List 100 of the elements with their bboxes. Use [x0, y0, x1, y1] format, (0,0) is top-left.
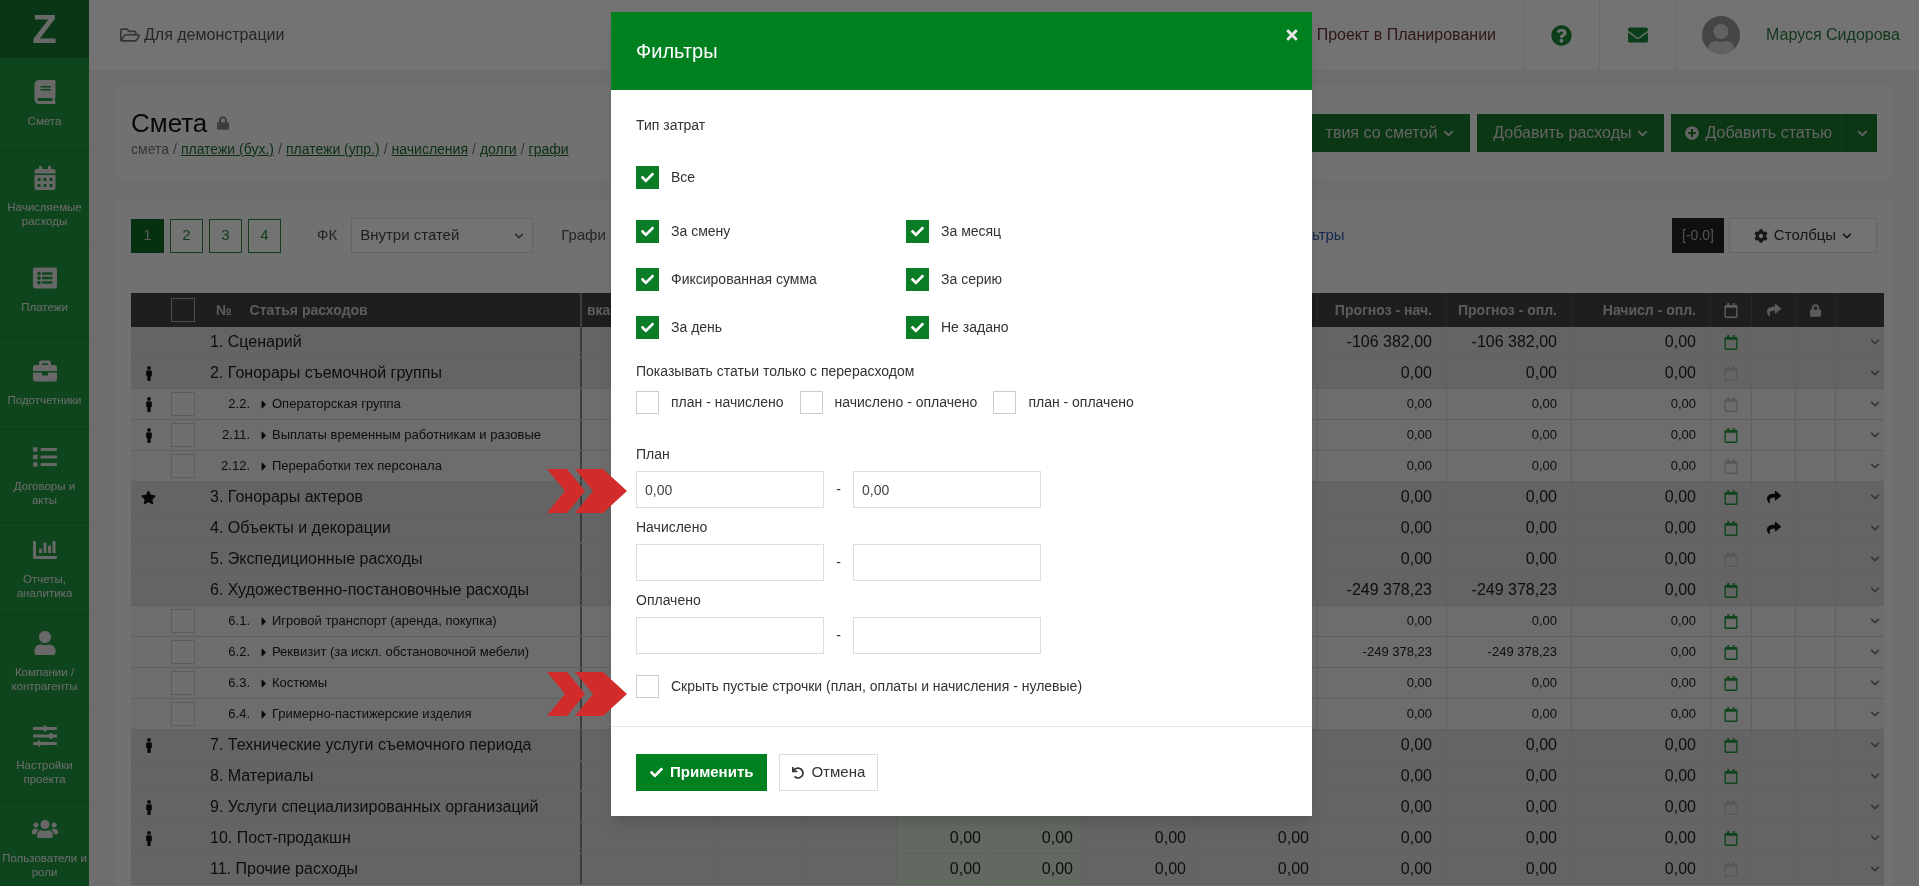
table-cell-text: 0,00 — [1277, 859, 1309, 879]
checkbox-label: Скрыть пустые строчки (план, оплаты и начисления - нулевые) — [671, 677, 1083, 696]
row-title: Переработки тех персонала — [272, 457, 442, 476]
table-cell-text: -249 378,23 — [1471, 580, 1557, 600]
table-cell: 0,00 — [990, 823, 1082, 853]
range-separator: - — [835, 626, 842, 645]
column-header: Прогноз - нач. — [1334, 300, 1432, 320]
row-title: 2. Гонорары съемочной группы — [210, 363, 442, 383]
table-cell-text: 0,00 — [1664, 797, 1696, 817]
table-cell-text: 0,00 — [1670, 457, 1696, 476]
column-header: Прогноз - опл. — [1458, 300, 1557, 320]
breadcrumb-current: смета — [131, 139, 169, 159]
row-title: 7. Технические услуги съемочного периода — [210, 735, 532, 755]
breadcrumb-separator: / — [173, 139, 177, 159]
field-label: План — [636, 445, 671, 464]
table-cell-text: -249 378,23 — [1487, 643, 1557, 662]
table-cell-text: 0,00 — [1525, 859, 1557, 879]
table-cell-text: 0,00 — [1525, 797, 1557, 817]
table-cell-text: 0,00 — [1664, 580, 1696, 600]
table-cell-text: 0,00 — [1406, 612, 1432, 631]
column-header: № — [216, 300, 232, 320]
table-cell: 0,00 — [897, 823, 990, 853]
row-title: Выплаты временным работникам и разовые — [272, 426, 541, 445]
fk-label: ФК — [317, 225, 338, 246]
table-cell-text: 0,00 — [1525, 549, 1557, 569]
table-cell-text: 0,00 — [1531, 395, 1557, 414]
table-cell-text: 0,00 — [1525, 766, 1557, 786]
breadcrumb-separator: / — [472, 139, 476, 159]
table-cell-text: 0,00 — [1406, 674, 1432, 693]
column-header: Статья расходов — [249, 300, 368, 320]
row-title: Гримерно-пастижерские изделия — [272, 705, 472, 724]
table-cell-text: 0,00 — [1525, 487, 1557, 507]
table-cell-text: 0,00 — [1406, 457, 1432, 476]
table-cell-text: 0,00 — [1664, 487, 1696, 507]
range-separator: - — [835, 480, 842, 499]
table-cell-text: 0,00 — [1406, 395, 1432, 414]
breadcrumb-separator: / — [520, 139, 525, 159]
row-number: 2.11. — [221, 426, 250, 445]
section-label: Тип затрат — [636, 116, 707, 135]
checkbox-label: За смену — [671, 222, 731, 241]
breadcrumb-separator: / — [383, 139, 388, 159]
table-cell-text: 0,00 — [1531, 457, 1557, 476]
field-label: Оплачено — [636, 591, 702, 610]
column-header: вка — [587, 300, 611, 320]
checkbox-label: план - оплачено — [1028, 393, 1134, 412]
table-cell-text: 0,00 — [1664, 766, 1696, 786]
table-cell-text: 0,00 — [1531, 426, 1557, 445]
row-number: 6.1. — [227, 612, 250, 631]
table-cell-text: 0,00 — [1670, 612, 1696, 631]
table-cell-text: 0,00 — [1664, 518, 1696, 538]
table-cell-text: 0,00 — [1670, 674, 1696, 693]
range-separator: - — [835, 553, 842, 572]
row-title: 6. Художественно-постановочные расходы — [210, 580, 529, 600]
checkbox-label: Не задано — [941, 318, 1009, 337]
section-label: Показывать статьи только с перерасходом — [636, 362, 916, 381]
table-cell-text: 0,00 — [1670, 395, 1696, 414]
table-cell-text: -106 382,00 — [1471, 332, 1557, 352]
table-cell-text: 0,00 — [1670, 426, 1696, 445]
table-cell-text: 0,00 — [1406, 426, 1432, 445]
table-cell-text: 0,00 — [1400, 797, 1432, 817]
row-number: 6.4. — [227, 705, 250, 724]
row-title: 4. Объекты и декорации — [210, 518, 391, 538]
table-cell-text: 0,00 — [1277, 828, 1309, 848]
dialog-title: Фильтры — [636, 39, 718, 64]
table-cell-text: 0,00 — [1664, 549, 1696, 569]
row-title: Реквизит (за искл. обстановочной мебели) — [272, 643, 530, 662]
table-cell-text: 0,00 — [1670, 705, 1696, 724]
table-cell-text: 0,00 — [1400, 518, 1432, 538]
row-title: 11. Прочие расходы — [210, 859, 359, 879]
column-header: Начисл - опл. — [1602, 300, 1696, 320]
table-cell-text: 0,00 — [1154, 828, 1186, 848]
table-cell-text: 0,00 — [1525, 828, 1557, 848]
table-cell-text: 0,00 — [1400, 549, 1432, 569]
table-cell-text: 0,00 — [1400, 766, 1432, 786]
table-cell-text: -249 378,23 — [1346, 580, 1432, 600]
row-number: 2.12. — [220, 457, 250, 476]
table-cell-text: 0,00 — [1664, 859, 1696, 879]
project-status: Проект в Планировании — [1316, 25, 1496, 45]
graph-label: Графи — [561, 225, 606, 246]
table-cell-text: 0,00 — [1154, 859, 1186, 879]
row-title: Операторская группа — [272, 395, 401, 414]
table-cell-text: 0,00 — [1400, 735, 1432, 755]
checkbox-label: За серию — [941, 270, 1003, 289]
checkbox-label: Все — [671, 168, 696, 187]
table-cell-text: 0,00 — [1400, 363, 1432, 383]
table-cell-text: 0,00 — [1664, 735, 1696, 755]
table-cell-text: 0,00 — [1525, 735, 1557, 755]
table-cell-text: 0,00 — [1400, 828, 1432, 848]
row-title: Игровой транспорт (аренда, покупка) — [272, 612, 497, 631]
table-cell-text: 0,00 — [1531, 612, 1557, 631]
checkbox-label: план - начислено — [671, 393, 784, 412]
row-number: 6.3. — [227, 674, 250, 693]
page-title: Смета — [131, 106, 208, 139]
table-cell-text: 0,00 — [1531, 674, 1557, 693]
field-label: Начислено — [636, 518, 709, 537]
table-cell-text: 0,00 — [1400, 487, 1432, 507]
row-title: Костюмы — [272, 674, 328, 693]
table-cell-text: 0,00 — [1664, 332, 1696, 352]
checkbox-label: Фиксированная сумма — [671, 270, 817, 289]
breadcrumb-separator: / — [278, 139, 282, 159]
